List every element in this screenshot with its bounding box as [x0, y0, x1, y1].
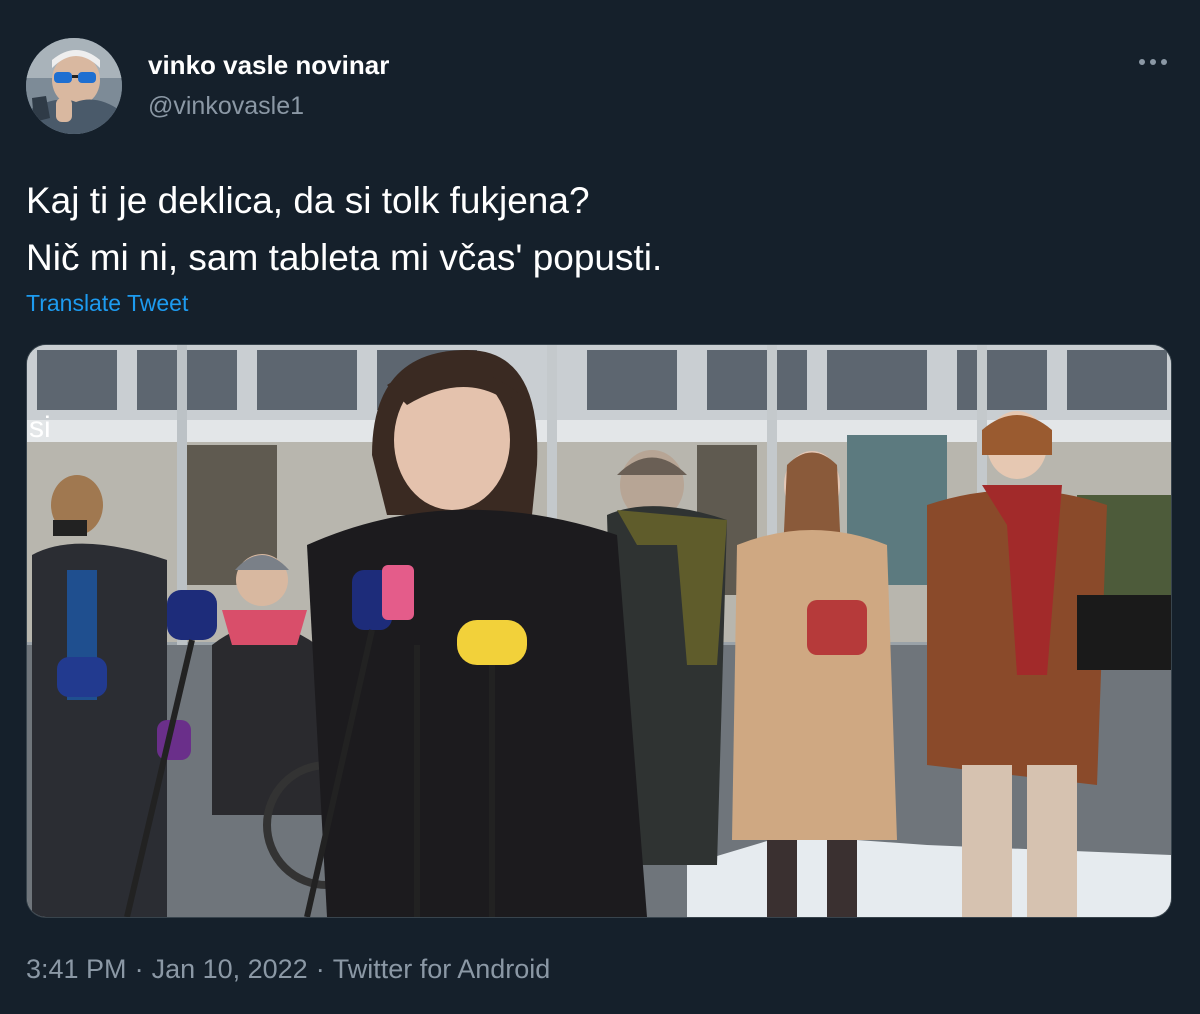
- tweet-media-image[interactable]: si: [26, 344, 1172, 918]
- tweet-card: vinko vasle novinar @vinkovasle1 Kaj ti …: [0, 0, 1200, 1014]
- building-sign: si: [29, 411, 51, 444]
- author-handle[interactable]: @vinkovasle1: [148, 92, 304, 121]
- press-conference-photo: si: [27, 345, 1171, 917]
- meta-separator: ·: [315, 954, 325, 984]
- tweet-text: Kaj ti je deklica, da si tolk fukjena? N…: [26, 172, 1166, 286]
- tweet-source[interactable]: Twitter for Android: [333, 954, 551, 984]
- author-avatar[interactable]: [26, 38, 122, 134]
- ellipsis-icon: [1139, 59, 1167, 65]
- tweet-text-line-1: Kaj ti je deklica, da si tolk fukjena?: [26, 180, 590, 221]
- translate-tweet-link[interactable]: Translate Tweet: [26, 290, 188, 317]
- tweet-metadata: 3:41 PM · Jan 10, 2022 · Twitter for Android: [26, 954, 550, 985]
- avatar-photo-icon: [26, 38, 122, 134]
- tweet-date[interactable]: Jan 10, 2022: [152, 954, 308, 984]
- author-display-name[interactable]: vinko vasle novinar: [148, 50, 389, 81]
- meta-separator: ·: [134, 954, 144, 984]
- tweet-time[interactable]: 3:41 PM: [26, 954, 127, 984]
- more-options-button[interactable]: [1136, 50, 1170, 74]
- tweet-text-line-2: Nič mi ni, sam tableta mi včas' popusti.: [26, 237, 663, 278]
